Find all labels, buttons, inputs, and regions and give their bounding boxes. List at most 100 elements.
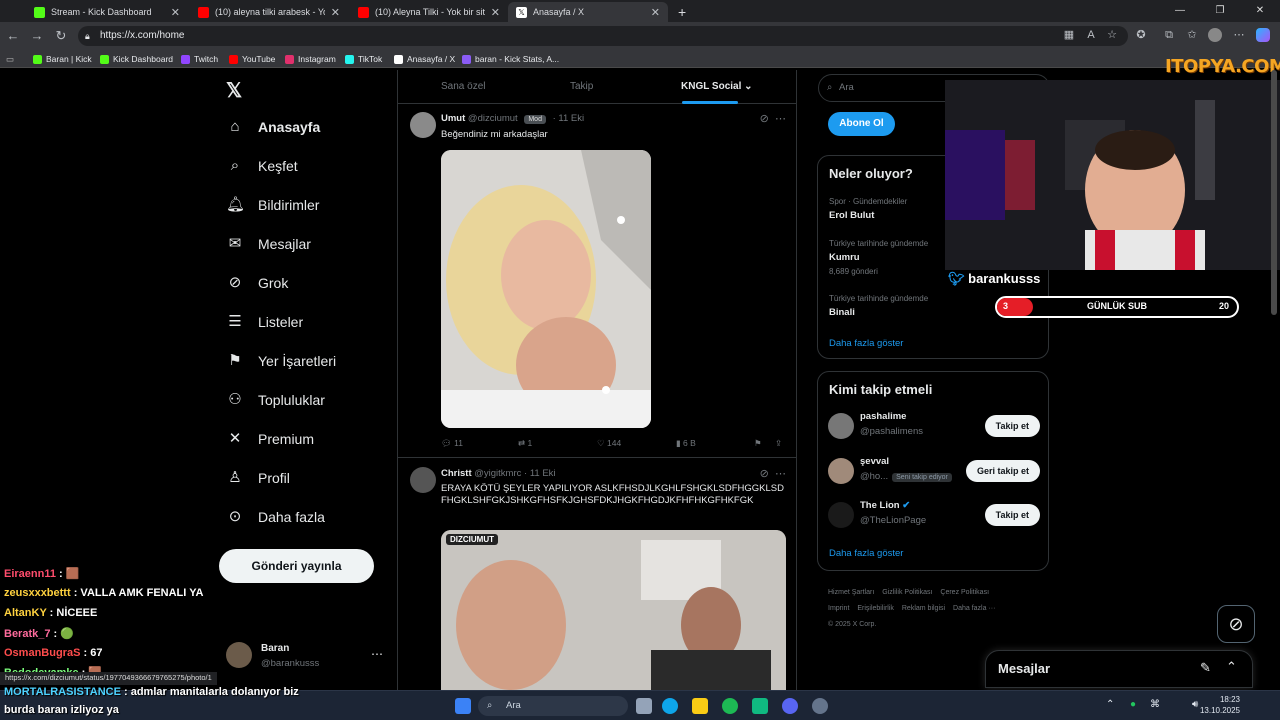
bookmark-kick-dashboard[interactable]: Kick Dashboard (100, 52, 173, 66)
page-scrollbar[interactable] (1271, 70, 1277, 315)
taskbar-clock[interactable]: 18:23 13.10.2025 (1200, 694, 1240, 716)
maximize-icon[interactable]: ❐ (1200, 0, 1240, 22)
tweet[interactable]: Christt @yigitkmrc · 11 Eki ⊘ ⋯ ERAYA KÖ… (398, 459, 796, 690)
reload-icon[interactable]: ↻ (53, 28, 69, 44)
follow-suggestion[interactable]: şevval @ho... Seni takip ediyor Geri taki… (828, 454, 1040, 488)
favorite-star-icon[interactable]: ☆ (1105, 28, 1119, 42)
close-icon[interactable]: ✕ (331, 6, 340, 19)
volume-icon[interactable]: 🔊︎ (1192, 699, 1198, 710)
bookmark-kick-stats[interactable]: baran - Kick Stats, A... (462, 52, 559, 66)
network-icon[interactable]: ⌘ (1150, 699, 1160, 710)
footer-link[interactable]: Erişilebilirlik (857, 605, 894, 612)
bookmark-baran-kick[interactable]: Baran | Kick (33, 52, 92, 66)
footer-link[interactable]: Daha fazla ··· (953, 605, 995, 612)
close-icon[interactable]: ✕ (171, 6, 180, 19)
edge-icon[interactable] (662, 698, 678, 714)
nav-bookmarks[interactable]: ⚑ Yer İşaretleri (226, 352, 336, 370)
follow-suggestion[interactable]: pashalime @pashalimens Takip et (828, 409, 1040, 443)
follow-button[interactable]: Takip et (984, 415, 1040, 437)
footer-link[interactable]: Reklam bilgisi (902, 605, 945, 612)
author-name[interactable]: Umut (441, 113, 465, 124)
author-name[interactable]: Christt (441, 468, 472, 479)
favorites-icon[interactable]: ✩ (1185, 28, 1199, 42)
bookmark-twitch[interactable]: Twitch (181, 52, 218, 66)
tab-for-you[interactable]: Sana özel (441, 81, 485, 92)
bookmark-icon[interactable]: ⚑ (754, 438, 762, 449)
close-window-icon[interactable]: ✕ (1240, 0, 1280, 22)
extensions-icon[interactable]: ✪ (1134, 28, 1148, 42)
profile-avatar-icon[interactable] (1208, 28, 1222, 42)
bookmark-instagram[interactable]: Instagram (285, 52, 336, 66)
show-more-link[interactable]: Daha fazla göster (829, 338, 903, 349)
tab-following[interactable]: Takip (570, 81, 593, 92)
trend-name[interactable]: Binali (829, 307, 855, 318)
subscribe-button[interactable]: Abone Ol (828, 112, 895, 136)
discord-icon[interactable] (782, 698, 798, 714)
chevron-up-icon[interactable]: ⌃ (1226, 659, 1237, 675)
spotify-icon[interactable] (722, 698, 738, 714)
tweet[interactable]: Umut @dizciumut Mod · 11 Eki ⊘ ⋯ Beğendi… (398, 104, 796, 458)
x-logo-icon[interactable]: 𝕏 (226, 78, 242, 103)
app-icon[interactable]: ▦ (1062, 28, 1076, 42)
tweet-photo[interactable] (441, 150, 651, 428)
tray-app-icon[interactable]: ● (1130, 699, 1136, 710)
tab-x-home[interactable]: 𝕏 Anasayfa / X ✕ (508, 2, 668, 22)
account-switcher[interactable]: Baran @barankusss ⋯ (226, 639, 386, 673)
new-message-icon[interactable]: ✎ (1200, 660, 1211, 676)
post-button[interactable]: Gönderi yayınla (219, 549, 374, 583)
bookmarks-toggle-icon[interactable]: ▭ (6, 52, 14, 66)
task-view-icon[interactable] (636, 698, 652, 714)
obs-icon[interactable] (812, 698, 828, 714)
read-aloud-icon[interactable]: A (1084, 28, 1098, 42)
nav-grok[interactable]: ⊘ Grok (226, 274, 289, 292)
windows-start-icon[interactable] (455, 698, 471, 714)
footer-link[interactable]: Hizmet Şartları (828, 589, 874, 596)
tab-kngl-social[interactable]: KNGL Social ⌄ (681, 81, 753, 92)
more-dots-icon[interactable]: ⋯ (775, 468, 786, 480)
follow-button[interactable]: Takip et (984, 504, 1040, 526)
tweet-date[interactable]: 11 Eki (530, 468, 556, 479)
repost-button[interactable]: ⇄ 1 (518, 438, 532, 449)
grok-icon[interactable]: ⊘ (760, 113, 769, 125)
bookmark-x-home[interactable]: Anasayfa / X (394, 52, 455, 66)
new-tab-button[interactable]: + (670, 2, 690, 22)
views-button[interactable]: ▮ 6 B (676, 438, 696, 449)
grok-fab-icon[interactable]: ⊘ (1217, 605, 1255, 643)
tab-kick-dashboard[interactable]: Stream - Kick Dashboard ✕ (26, 2, 188, 22)
nav-lists[interactable]: ☰ Listeler (226, 313, 303, 331)
nav-messages[interactable]: ✉ Mesajlar (226, 235, 311, 253)
split-screen-icon[interactable]: ⧉ (1162, 28, 1176, 42)
messages-drawer[interactable]: Mesajlar ✎ ⌃ (985, 650, 1253, 688)
file-explorer-icon[interactable] (692, 698, 708, 714)
tray-chevron-icon[interactable]: ⌃ (1106, 699, 1114, 710)
nav-notifications[interactable]: 🔔︎ Bildirimler (226, 196, 319, 214)
bookmark-tiktok[interactable]: TikTok (345, 52, 382, 66)
footer-link[interactable]: Gizlilik Politikası (882, 589, 932, 596)
back-icon[interactable]: ← (5, 28, 21, 44)
forward-icon[interactable]: → (29, 28, 45, 44)
footer-link[interactable]: Çerez Politikası (940, 589, 989, 596)
nav-more[interactable]: ⊙ Daha fazla (226, 508, 325, 526)
tab-youtube-1[interactable]: (10) aleyna tilki arabesk - YouTube ✕ (190, 2, 348, 22)
grok-icon[interactable]: ⊘ (760, 468, 769, 480)
follow-back-button[interactable]: Geri takip et (965, 460, 1040, 482)
trend-name[interactable]: Erol Bulut (829, 210, 874, 221)
footer-link[interactable]: Imprint (828, 605, 849, 612)
taskbar-search[interactable]: ⌕ Ara (478, 696, 628, 716)
tweet-date[interactable]: 11 Eki (558, 113, 584, 124)
share-icon[interactable]: ⇪ (775, 438, 782, 449)
close-icon[interactable]: ✕ (651, 6, 660, 19)
follow-suggestion[interactable]: The Lion ✔ @TheLionPage Takip et (828, 498, 1040, 532)
like-button[interactable]: ♡ 144 (597, 438, 621, 449)
show-more-link[interactable]: Daha fazla göster (829, 548, 903, 559)
copilot-icon[interactable] (1256, 28, 1270, 42)
nav-home[interactable]: ⌂ Anasayfa (226, 118, 320, 136)
more-dots-icon[interactable]: ⋯ (775, 113, 786, 125)
author-handle[interactable]: @yigitkmrc (474, 468, 521, 479)
more-dots-icon[interactable]: ⋯ (371, 647, 383, 661)
tweet-video[interactable]: DIZCIUMUT (441, 530, 786, 690)
tab-youtube-2[interactable]: (10) Aleyna Tilki - Yok bir sitemim ✕ (350, 2, 508, 22)
nav-communities[interactable]: ⚇ Topluluklar (226, 391, 325, 409)
close-icon[interactable]: ✕ (491, 6, 500, 19)
bookmark-youtube[interactable]: YouTube (229, 52, 275, 66)
